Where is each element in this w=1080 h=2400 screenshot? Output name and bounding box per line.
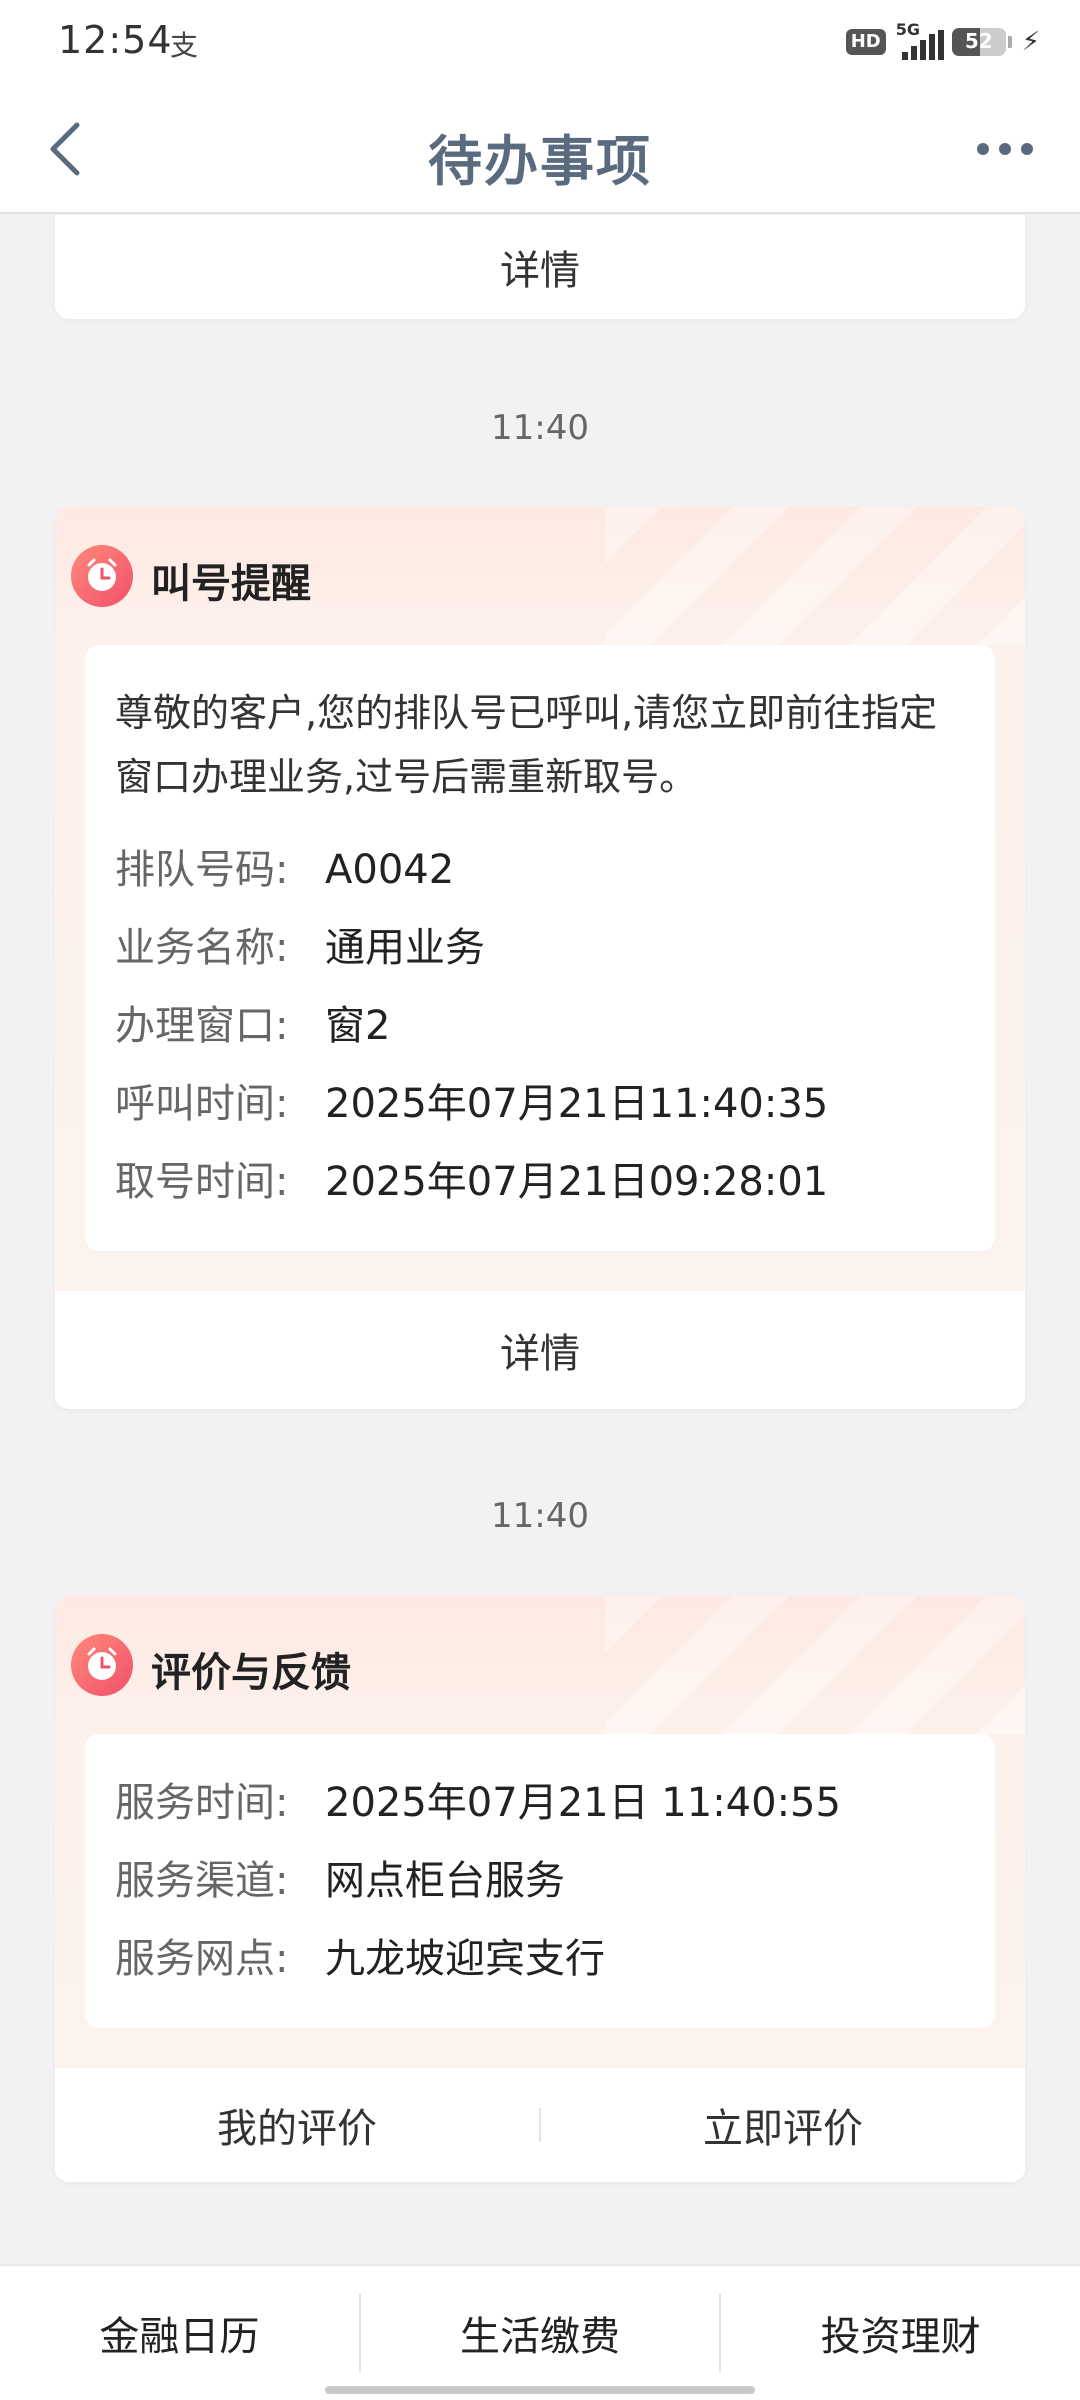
field-label: 服务时间: xyxy=(115,1780,289,1826)
detail-button[interactable]: 详情 xyxy=(55,1291,1025,1409)
message-text: 尊敬的客户,您的排队号已呼叫,请您立即前往指定窗口办理业务,过号后需重新取号。 xyxy=(115,691,938,799)
detail-button[interactable]: 详情 xyxy=(55,215,1025,319)
service-time: 2025年07月21日 11:40:55 xyxy=(325,1780,841,1826)
battery-level: 52 xyxy=(964,29,993,53)
message-time: 11:40 xyxy=(491,1496,589,1536)
field-label: 排队号码: xyxy=(115,847,289,893)
field-row: 服务渠道: 网点柜台服务 xyxy=(115,1842,965,1920)
service-branch: 九龙坡迎宾支行 xyxy=(325,1936,605,1982)
status-indicators: HD 5G 52 ⚡ xyxy=(845,20,1040,62)
alipay-notification-icon: 支 xyxy=(170,29,199,62)
info-panel: 尊敬的客户,您的排队号已呼叫,请您立即前往指定窗口办理业务,过号后需重新取号。 … xyxy=(85,645,995,1251)
hd-icon: HD xyxy=(845,29,886,55)
field-label: 办理窗口: xyxy=(115,1003,289,1049)
field-row: 服务时间: 2025年07月21日 11:40:55 xyxy=(115,1764,965,1842)
more-horizontal-icon xyxy=(977,143,989,155)
charging-icon: ⚡ xyxy=(1021,27,1040,57)
status-time: 12:54 xyxy=(58,18,173,62)
field-label: 服务渠道: xyxy=(115,1858,289,1904)
menu-item-financial-calendar[interactable]: 金融日历 xyxy=(0,2304,359,2362)
card-body: 尊敬的客户,您的排队号已呼叫,请您立即前往指定窗口办理业务,过号后需重新取号。 … xyxy=(55,645,1025,1291)
service-channel: 网点柜台服务 xyxy=(325,1858,565,1904)
card-actions: 我的评价 立即评价 xyxy=(55,2068,1025,2182)
menu-item-investment[interactable]: 投资理财 xyxy=(721,2304,1080,2362)
status-bar: 12:54 支 HD 5G 52 ⚡ xyxy=(0,0,1080,84)
field-row: 服务网点: 九龙坡迎宾支行 xyxy=(115,1920,965,1998)
feedback-card: 评价与反馈 服务时间: 2025年07月21日 11:40:55 服务渠道: 网… xyxy=(55,1596,1025,2182)
home-indicator[interactable] xyxy=(325,2386,755,2394)
card-body: 服务时间: 2025年07月21日 11:40:55 服务渠道: 网点柜台服务 … xyxy=(55,1734,1025,2068)
clock-icon xyxy=(71,1634,133,1696)
bottom-menu: 金融日历 生活缴费 投资理财 xyxy=(0,2264,1080,2400)
service-window: 窗2 xyxy=(325,1003,391,1049)
card-title: 评价与反馈 xyxy=(151,1650,351,1696)
info-panel: 服务时间: 2025年07月21日 11:40:55 服务渠道: 网点柜台服务 … xyxy=(85,1734,995,2028)
menu-item-bill-payment[interactable]: 生活缴费 xyxy=(361,2304,720,2362)
field-row: 业务名称: 通用业务 xyxy=(115,909,965,987)
field-label: 取号时间: xyxy=(115,1159,289,1205)
clock-icon xyxy=(71,545,133,607)
field-label: 服务网点: xyxy=(115,1936,289,1982)
message-time: 11:40 xyxy=(491,408,589,448)
business-name: 通用业务 xyxy=(325,925,485,971)
field-label: 业务名称: xyxy=(115,925,289,971)
review-now-button[interactable]: 立即评价 xyxy=(541,2096,1025,2154)
more-button[interactable] xyxy=(960,119,1050,179)
page-title: 待办事项 xyxy=(428,130,652,193)
field-row: 排队号码: A0042 xyxy=(115,831,965,909)
card-header: 评价与反馈 xyxy=(55,1596,1025,1734)
call-time: 2025年07月21日11:40:35 xyxy=(325,1081,829,1127)
field-label: 呼叫时间: xyxy=(115,1081,289,1127)
field-row: 取号时间: 2025年07月21日09:28:01 xyxy=(115,1143,965,1221)
signal-icon: 5G xyxy=(896,20,944,60)
my-review-button[interactable]: 我的评价 xyxy=(55,2096,539,2154)
card-title: 叫号提醒 xyxy=(151,561,311,607)
ticket-time: 2025年07月21日09:28:01 xyxy=(325,1159,829,1205)
previous-card: 详情 xyxy=(55,215,1025,319)
card-header: 叫号提醒 xyxy=(55,507,1025,645)
field-row: 呼叫时间: 2025年07月21日11:40:35 xyxy=(115,1065,965,1143)
field-row: 办理窗口: 窗2 xyxy=(115,987,965,1065)
queue-reminder-card: 叫号提醒 尊敬的客户,您的排队号已呼叫,请您立即前往指定窗口办理业务,过号后需重… xyxy=(55,507,1025,1409)
battery-icon: 52 xyxy=(951,28,1006,56)
nav-header: 待办事项 xyxy=(0,84,1080,214)
queue-number: A0042 xyxy=(325,847,455,893)
